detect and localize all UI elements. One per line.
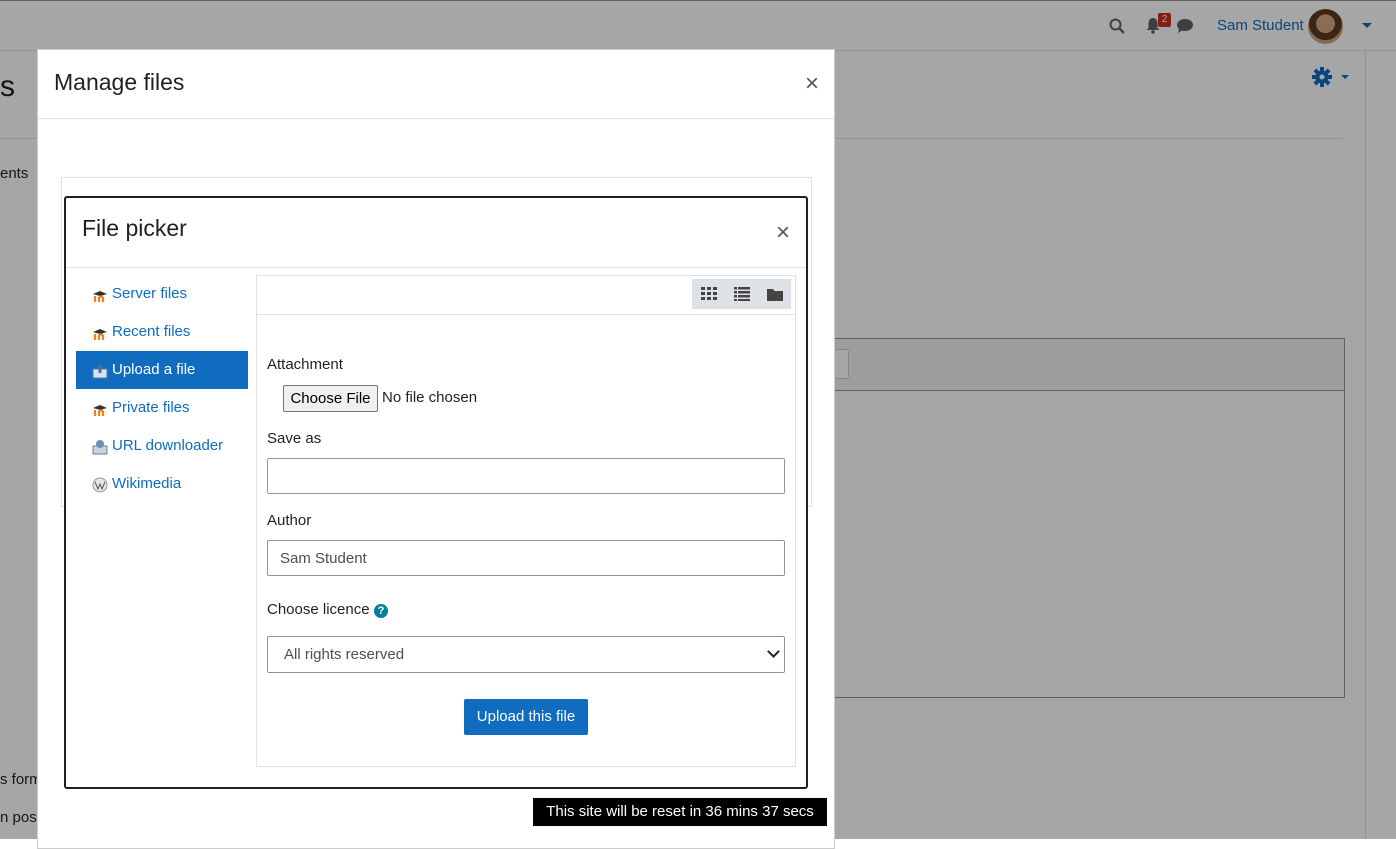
licence-label: Choose licence [267,601,370,618]
grid-view-icon[interactable] [692,279,725,309]
file-picker-dialog: File picker × Server files Recent files … [64,196,808,789]
dialog-title: Manage files [54,69,185,95]
repo-server-files[interactable]: Server files [76,275,248,313]
repo-private-files[interactable]: Private files [76,389,248,427]
repository-list: Server files Recent files Upload a file … [76,275,248,503]
attachment-label: Attachment [267,356,343,373]
repo-label: Recent files [112,323,191,340]
repo-label: Upload a file [112,361,196,378]
save-as-input[interactable] [267,458,785,494]
author-label: Author [267,512,312,529]
wikimedia-icon [92,477,108,493]
close-icon[interactable]: × [776,221,790,245]
url-download-icon [92,440,108,455]
repo-recent-files[interactable]: Recent files [76,313,248,351]
choose-file-button[interactable]: Choose File [283,385,378,412]
repo-label: Private files [112,399,190,416]
moodle-icon [93,405,107,416]
upload-icon [92,364,108,379]
help-icon[interactable]: ? [374,604,388,618]
save-as-label: Save as [267,430,322,447]
close-icon[interactable]: × [805,72,819,96]
repo-label: URL downloader [112,437,224,454]
file-picker-content: Attachment Choose File No file chosen Sa… [256,275,796,767]
dialog-header: Manage files × [38,50,834,119]
moodle-icon [93,291,107,302]
dialog-header: File picker × [66,198,806,268]
author-input[interactable] [267,540,785,576]
no-file-status: No file chosen [382,389,478,406]
repo-label: Wikimedia [112,475,182,492]
licence-select[interactable]: All rights reserved [267,636,785,673]
repo-url-downloader[interactable]: URL downloader [76,427,248,465]
view-toolbar [257,276,795,315]
chevron-down-icon [767,645,780,658]
repo-wikimedia[interactable]: Wikimedia [76,465,248,503]
site-reset-banner: This site will be reset in 36 mins 37 se… [533,798,827,826]
dialog-title: File picker [82,215,187,241]
list-view-icon[interactable] [725,279,758,309]
repo-upload-a-file[interactable]: Upload a file [76,351,248,389]
folder-view-icon[interactable] [758,279,791,309]
repo-label: Server files [112,285,188,302]
licence-selected-value: All rights reserved [284,646,405,663]
moodle-icon [93,329,107,340]
view-button-group [692,279,791,309]
upload-file-button[interactable]: Upload this file [464,699,588,735]
